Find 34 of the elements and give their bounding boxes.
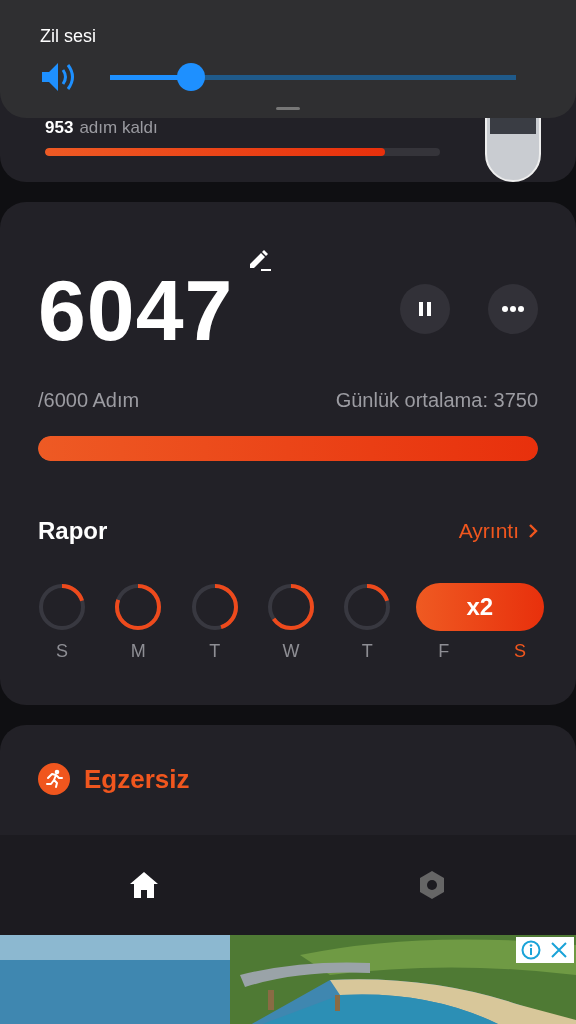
runner-icon: [38, 763, 70, 795]
day-label: T: [209, 641, 221, 662]
more-icon: [502, 306, 524, 312]
info-icon: [521, 940, 541, 960]
exercise-title: Egzersiz: [84, 763, 190, 795]
step-count: 6047: [38, 267, 234, 353]
pause-icon: [419, 302, 431, 316]
day-label: F: [438, 641, 450, 662]
day-label: T: [361, 641, 373, 662]
remaining-label: adım kaldı: [79, 118, 158, 138]
step-goal: /6000 Adım: [38, 389, 140, 412]
drag-handle[interactable]: [276, 107, 300, 110]
edit-icon: [247, 247, 274, 273]
volume-title: Zil sesi: [40, 26, 97, 47]
day-label: S: [56, 641, 68, 662]
details-link[interactable]: Ayrıntı: [458, 519, 538, 543]
close-icon: [549, 940, 569, 960]
home-icon: [128, 869, 160, 901]
slider-thumb[interactable]: [177, 63, 206, 91]
progress-ring: [343, 583, 392, 631]
progress-ring: [38, 583, 86, 631]
chevron-icon: [528, 523, 538, 539]
progress-ring: [190, 583, 239, 631]
pause-button[interactable]: [400, 284, 450, 334]
streak-badge: x2: [415, 583, 544, 631]
day-label: W: [282, 641, 300, 662]
day-label: S: [513, 641, 526, 662]
daily-average: Günlük ortalama: 3750: [335, 389, 538, 412]
progress-ring: [267, 583, 315, 631]
more-button[interactable]: [488, 284, 538, 334]
remaining-count: 953: [45, 118, 74, 138]
progress-ring: [114, 583, 163, 631]
report-title: Rapor: [38, 517, 108, 545]
day-label: M: [130, 641, 146, 662]
